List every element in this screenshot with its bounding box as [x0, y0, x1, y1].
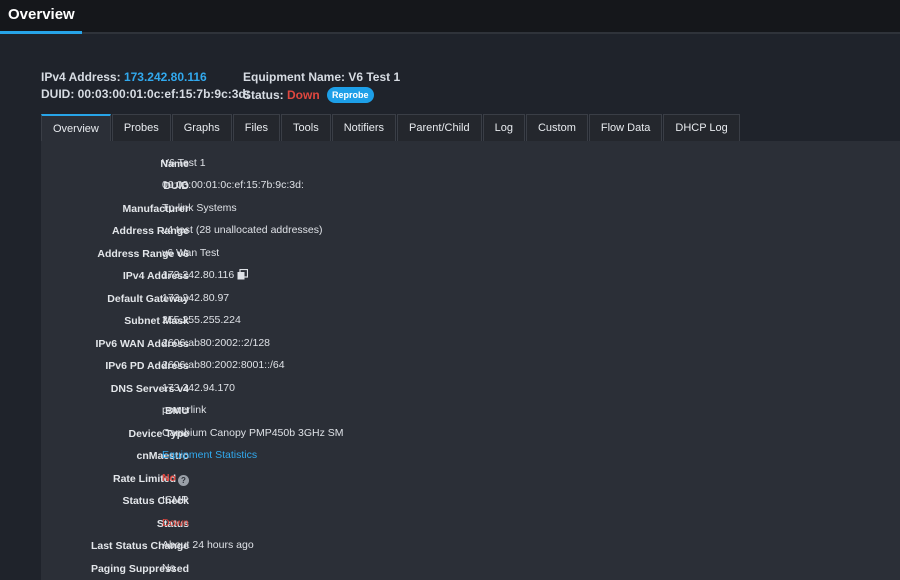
- ipv4-value[interactable]: 173.242.80.116: [124, 70, 207, 84]
- detail-row-paging-suppressed: Paging Suppressed No: [41, 561, 900, 579]
- page-title: Overview: [8, 6, 75, 23]
- equipment-name-label: Equipment Name:: [243, 70, 346, 84]
- detail-value: V6 Test 1: [162, 157, 206, 169]
- detail-value: Cambium Canopy PMP450b 3GHz SM: [162, 427, 344, 439]
- tab-probes[interactable]: Probes: [111, 114, 171, 141]
- tab-bar: Overview Probes Graphs Files Tools Notif…: [41, 114, 741, 141]
- detail-value: No: [162, 472, 176, 484]
- equipment-statistics-link[interactable]: Equipment Statistics: [162, 449, 257, 461]
- detail-value: 00:03:00:01:0c:ef:15:7b:9c:3d:: [162, 179, 304, 191]
- detail-value: powerlink: [162, 404, 207, 416]
- detail-row-address-range-v6: Address Range v6 v6 Wan Test: [41, 246, 900, 264]
- header-equipment-name: Equipment Name: V6 Test 1: [243, 70, 400, 84]
- tab-log[interactable]: Log: [482, 114, 525, 141]
- reprobe-button[interactable]: Reprobe: [327, 87, 374, 103]
- duid-label: DUID:: [41, 87, 75, 101]
- ipv4-label: IPv4 Address:: [41, 70, 121, 84]
- detail-row-status: Status Down: [41, 516, 900, 534]
- detail-value: v4 test (28 unallocated addresses): [162, 224, 323, 236]
- tab-tools[interactable]: Tools: [281, 114, 331, 141]
- detail-value: 173.242.94.170: [162, 382, 235, 394]
- equipment-name-value: V6 Test 1: [348, 70, 401, 84]
- detail-row-last-status-change: Last Status Change About 24 hours ago: [41, 538, 900, 556]
- header-duid: DUID: 00:03:00:01:0c:ef:15:7b:9c:3d:: [41, 87, 250, 101]
- detail-row-manufacturer: Manufacturer Tp-link Systems: [41, 201, 900, 219]
- detail-row-device-type: Device Type Cambium Canopy PMP450b 3GHz …: [41, 426, 900, 444]
- detail-row-default-gateway: Default Gateway 173.242.80.97: [41, 291, 900, 309]
- detail-row-ipv6-pd: IPv6 PD Address 2606:ab80:2002:8001::/64: [41, 358, 900, 376]
- detail-value: Tp-link Systems: [162, 202, 237, 214]
- detail-row-rate-limited: Rate Limited? No: [41, 471, 900, 489]
- duid-value: 00:03:00:01:0c:ef:15:7b:9c:3d:: [77, 87, 250, 101]
- header-status: Status: Down Reprobe: [243, 87, 374, 103]
- detail-value: 2606:ab80:2002::2/128: [162, 337, 271, 349]
- detail-row-subnet-mask: Subnet Mask 255.255.255.224: [41, 313, 900, 331]
- help-icon[interactable]: ?: [178, 475, 189, 486]
- detail-value: 2606:ab80:2002:8001::/64: [162, 359, 285, 371]
- detail-value: About 24 hours ago: [162, 539, 254, 551]
- detail-value: ICMP: [162, 494, 189, 506]
- detail-row-cnmaestro: cnMaestro Equipment Statistics: [41, 448, 900, 466]
- detail-row-ipv6-wan: IPv6 WAN Address 2606:ab80:2002::2/128: [41, 336, 900, 354]
- detail-row-address-range: Address Range v4 test (28 unallocated ad…: [41, 223, 900, 241]
- detail-row-duid: DUID 00:03:00:01:0c:ef:15:7b:9c:3d:: [41, 178, 900, 196]
- detail-value: v6 Wan Test: [162, 247, 220, 259]
- detail-row-bmu: BMU powerlink: [41, 403, 900, 421]
- detail-row-dns-servers: DNS Servers v4 173.242.94.170: [41, 381, 900, 399]
- overview-panel: Name V6 Test 1 DUID 00:03:00:01:0c:ef:15…: [41, 141, 900, 580]
- status-label: Status:: [243, 88, 284, 102]
- tab-graphs[interactable]: Graphs: [171, 114, 232, 141]
- tab-files[interactable]: Files: [232, 114, 281, 141]
- detail-value: 173.242.80.97: [162, 292, 230, 304]
- detail-value: 255.255.255.224: [162, 314, 241, 326]
- tab-flow-data[interactable]: Flow Data: [588, 114, 663, 141]
- copy-icon[interactable]: [237, 268, 249, 283]
- detail-row-status-check: Status Check ICMP: [41, 493, 900, 511]
- detail-value: Down: [162, 517, 189, 529]
- ipv4-address-text: 173.242.80.116: [162, 269, 235, 281]
- active-page-underline: [0, 31, 82, 34]
- tab-overview[interactable]: Overview: [41, 114, 111, 141]
- status-value: Down: [287, 88, 320, 102]
- header-ipv4: IPv4 Address: 173.242.80.116: [41, 70, 207, 84]
- tab-parent-child[interactable]: Parent/Child: [397, 114, 482, 141]
- detail-row-name: Name V6 Test 1: [41, 156, 900, 174]
- top-divider: [82, 32, 900, 34]
- tab-notifiers[interactable]: Notifiers: [331, 114, 397, 141]
- detail-value: No: [162, 562, 176, 574]
- tab-dhcp-log[interactable]: DHCP Log: [663, 114, 740, 141]
- detail-value-ipv4: 173.242.80.116: [162, 268, 249, 283]
- detail-row-ipv4-address: IPv4 Address 173.242.80.116: [41, 268, 900, 286]
- top-bar: Overview: [0, 0, 900, 34]
- detail-label-rate-limited: Rate Limited?: [113, 473, 189, 486]
- tab-custom[interactable]: Custom: [525, 114, 588, 141]
